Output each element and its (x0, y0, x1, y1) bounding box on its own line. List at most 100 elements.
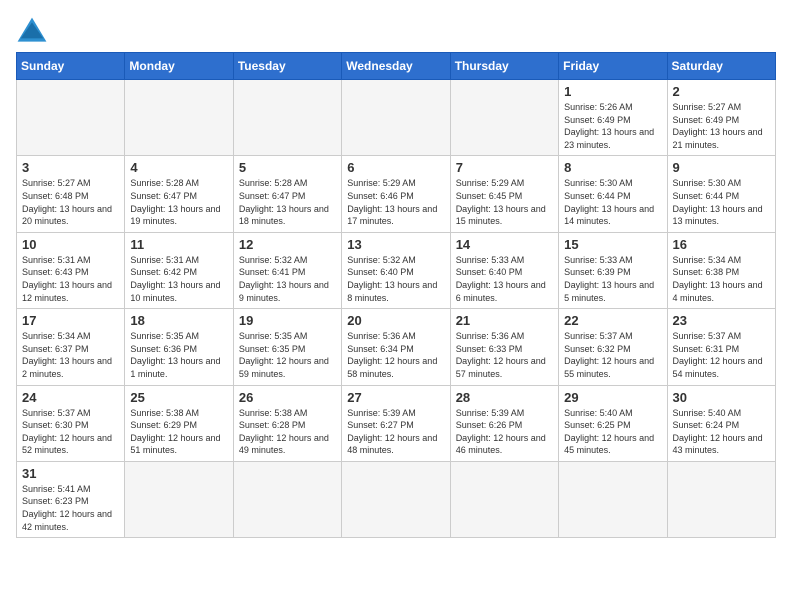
day-number: 1 (564, 84, 661, 99)
calendar-cell (667, 461, 775, 537)
calendar-cell: 16 Sunrise: 5:34 AM Sunset: 6:38 PM Dayli… (667, 232, 775, 308)
day-number: 6 (347, 160, 444, 175)
calendar-cell: 5 Sunrise: 5:28 AM Sunset: 6:47 PM Daylig… (233, 156, 341, 232)
day-info: Sunrise: 5:30 AM Sunset: 6:44 PM Dayligh… (673, 177, 770, 227)
day-header-tuesday: Tuesday (233, 53, 341, 80)
calendar-cell: 25 Sunrise: 5:38 AM Sunset: 6:29 PM Dayli… (125, 385, 233, 461)
calendar-cell: 31Sunrise: 5:41 AM Sunset: 6:23 PM Dayli… (17, 461, 125, 537)
header (16, 16, 776, 44)
calendar-cell: 2 Sunrise: 5:27 AM Sunset: 6:49 PM Daylig… (667, 80, 775, 156)
day-number: 25 (130, 390, 227, 405)
day-info: Sunrise: 5:40 AM Sunset: 6:24 PM Dayligh… (673, 407, 770, 457)
day-info: Sunrise: 5:35 AM Sunset: 6:35 PM Dayligh… (239, 330, 336, 380)
day-header-thursday: Thursday (450, 53, 558, 80)
calendar-week-6: 31Sunrise: 5:41 AM Sunset: 6:23 PM Dayli… (17, 461, 776, 537)
calendar-cell (17, 80, 125, 156)
day-number: 11 (130, 237, 227, 252)
calendar-cell: 24Sunrise: 5:37 AM Sunset: 6:30 PM Dayli… (17, 385, 125, 461)
calendar-cell: 17 Sunrise: 5:34 AM Sunset: 6:37 PM Dayli… (17, 309, 125, 385)
day-number: 2 (673, 84, 770, 99)
day-number: 21 (456, 313, 553, 328)
day-info: Sunrise: 5:36 AM Sunset: 6:34 PM Dayligh… (347, 330, 444, 380)
day-info: Sunrise: 5:31 AM Sunset: 6:43 PM Dayligh… (22, 254, 119, 304)
day-number: 9 (673, 160, 770, 175)
day-info: Sunrise: 5:37 AM Sunset: 6:31 PM Dayligh… (673, 330, 770, 380)
calendar-cell (233, 80, 341, 156)
day-number: 28 (456, 390, 553, 405)
day-header-monday: Monday (125, 53, 233, 80)
day-info: Sunrise: 5:39 AM Sunset: 6:26 PM Dayligh… (456, 407, 553, 457)
calendar-cell (125, 80, 233, 156)
calendar-cell: 12 Sunrise: 5:32 AM Sunset: 6:41 PM Dayli… (233, 232, 341, 308)
day-number: 10 (22, 237, 119, 252)
day-info: Sunrise: 5:38 AM Sunset: 6:28 PM Dayligh… (239, 407, 336, 457)
calendar-week-2: 3Sunrise: 5:27 AM Sunset: 6:48 PM Daylig… (17, 156, 776, 232)
calendar-cell: 15 Sunrise: 5:33 AM Sunset: 6:39 PM Dayli… (559, 232, 667, 308)
calendar-cell: 22 Sunrise: 5:37 AM Sunset: 6:32 PM Dayli… (559, 309, 667, 385)
calendar-cell: 9 Sunrise: 5:30 AM Sunset: 6:44 PM Daylig… (667, 156, 775, 232)
day-number: 20 (347, 313, 444, 328)
day-info: Sunrise: 5:38 AM Sunset: 6:29 PM Dayligh… (130, 407, 227, 457)
day-header-sunday: Sunday (17, 53, 125, 80)
calendar-cell: 23Sunrise: 5:37 AM Sunset: 6:31 PM Dayli… (667, 309, 775, 385)
day-info: Sunrise: 5:31 AM Sunset: 6:42 PM Dayligh… (130, 254, 227, 304)
day-number: 4 (130, 160, 227, 175)
day-number: 15 (564, 237, 661, 252)
day-info: Sunrise: 5:40 AM Sunset: 6:25 PM Dayligh… (564, 407, 661, 457)
day-info: Sunrise: 5:27 AM Sunset: 6:49 PM Dayligh… (673, 101, 770, 151)
day-info: Sunrise: 5:37 AM Sunset: 6:30 PM Dayligh… (22, 407, 119, 457)
calendar-cell (342, 461, 450, 537)
calendar-cell: 26 Sunrise: 5:38 AM Sunset: 6:28 PM Dayli… (233, 385, 341, 461)
day-number: 29 (564, 390, 661, 405)
calendar-cell: 8Sunrise: 5:30 AM Sunset: 6:44 PM Daylig… (559, 156, 667, 232)
calendar-cell (342, 80, 450, 156)
calendar-cell (450, 461, 558, 537)
calendar-cell: 18 Sunrise: 5:35 AM Sunset: 6:36 PM Dayli… (125, 309, 233, 385)
day-number: 12 (239, 237, 336, 252)
day-info: Sunrise: 5:29 AM Sunset: 6:45 PM Dayligh… (456, 177, 553, 227)
calendar-cell: 4 Sunrise: 5:28 AM Sunset: 6:47 PM Daylig… (125, 156, 233, 232)
day-number: 3 (22, 160, 119, 175)
calendar-cell (233, 461, 341, 537)
day-info: Sunrise: 5:32 AM Sunset: 6:40 PM Dayligh… (347, 254, 444, 304)
day-number: 30 (673, 390, 770, 405)
day-info: Sunrise: 5:35 AM Sunset: 6:36 PM Dayligh… (130, 330, 227, 380)
day-info: Sunrise: 5:28 AM Sunset: 6:47 PM Dayligh… (130, 177, 227, 227)
day-info: Sunrise: 5:34 AM Sunset: 6:38 PM Dayligh… (673, 254, 770, 304)
day-info: Sunrise: 5:28 AM Sunset: 6:47 PM Dayligh… (239, 177, 336, 227)
day-info: Sunrise: 5:39 AM Sunset: 6:27 PM Dayligh… (347, 407, 444, 457)
calendar-cell: 6 Sunrise: 5:29 AM Sunset: 6:46 PM Daylig… (342, 156, 450, 232)
calendar-cell: 30 Sunrise: 5:40 AM Sunset: 6:24 PM Dayli… (667, 385, 775, 461)
day-number: 14 (456, 237, 553, 252)
day-info: Sunrise: 5:29 AM Sunset: 6:46 PM Dayligh… (347, 177, 444, 227)
day-info: Sunrise: 5:37 AM Sunset: 6:32 PM Dayligh… (564, 330, 661, 380)
day-number: 22 (564, 313, 661, 328)
calendar-cell: 10 Sunrise: 5:31 AM Sunset: 6:43 PM Dayli… (17, 232, 125, 308)
calendar-week-1: 1 Sunrise: 5:26 AM Sunset: 6:49 PM Daylig… (17, 80, 776, 156)
day-number: 8 (564, 160, 661, 175)
day-number: 5 (239, 160, 336, 175)
day-info: Sunrise: 5:32 AM Sunset: 6:41 PM Dayligh… (239, 254, 336, 304)
calendar-cell: 7Sunrise: 5:29 AM Sunset: 6:45 PM Daylig… (450, 156, 558, 232)
day-header-saturday: Saturday (667, 53, 775, 80)
day-info: Sunrise: 5:36 AM Sunset: 6:33 PM Dayligh… (456, 330, 553, 380)
calendar-cell: 21 Sunrise: 5:36 AM Sunset: 6:33 PM Dayli… (450, 309, 558, 385)
day-header-friday: Friday (559, 53, 667, 80)
calendar-header-row: SundayMondayTuesdayWednesdayThursdayFrid… (17, 53, 776, 80)
calendar-cell: 29 Sunrise: 5:40 AM Sunset: 6:25 PM Dayli… (559, 385, 667, 461)
day-info: Sunrise: 5:33 AM Sunset: 6:39 PM Dayligh… (564, 254, 661, 304)
calendar-cell: 1 Sunrise: 5:26 AM Sunset: 6:49 PM Daylig… (559, 80, 667, 156)
day-number: 16 (673, 237, 770, 252)
day-info: Sunrise: 5:26 AM Sunset: 6:49 PM Dayligh… (564, 101, 661, 151)
day-number: 18 (130, 313, 227, 328)
day-info: Sunrise: 5:34 AM Sunset: 6:37 PM Dayligh… (22, 330, 119, 380)
calendar-week-5: 24Sunrise: 5:37 AM Sunset: 6:30 PM Dayli… (17, 385, 776, 461)
calendar-cell: 27Sunrise: 5:39 AM Sunset: 6:27 PM Dayli… (342, 385, 450, 461)
calendar: SundayMondayTuesdayWednesdayThursdayFrid… (16, 52, 776, 538)
calendar-cell: 20 Sunrise: 5:36 AM Sunset: 6:34 PM Dayli… (342, 309, 450, 385)
day-number: 17 (22, 313, 119, 328)
calendar-cell (125, 461, 233, 537)
day-number: 26 (239, 390, 336, 405)
day-header-wednesday: Wednesday (342, 53, 450, 80)
day-number: 19 (239, 313, 336, 328)
